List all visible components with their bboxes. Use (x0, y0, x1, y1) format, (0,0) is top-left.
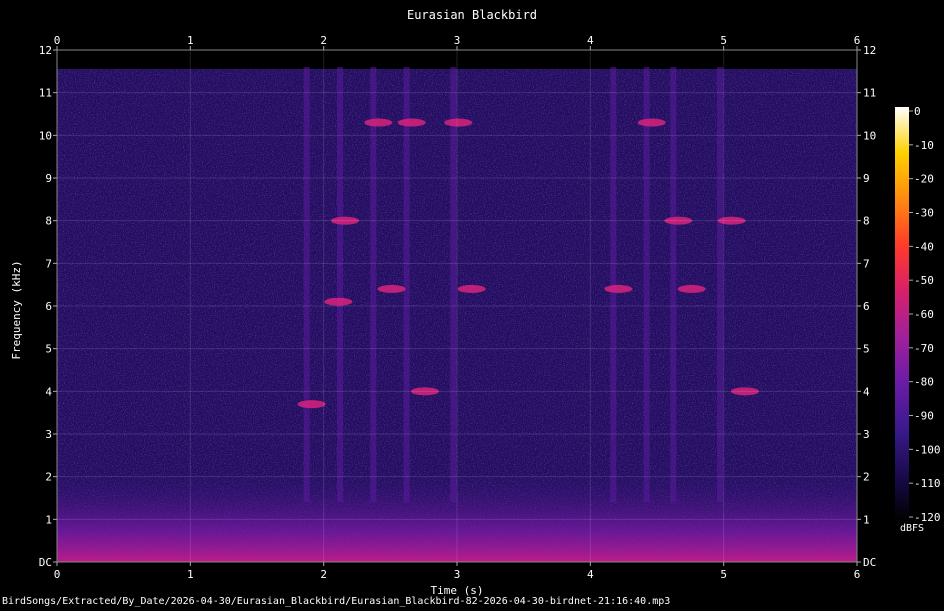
syllable-mark (604, 284, 633, 293)
x-axis-top: 0 1 2 3 4 5 6 (54, 34, 861, 50)
syllable-mark (364, 118, 393, 127)
syllable-column (337, 67, 343, 503)
x-axis-bottom: 0 1 2 3 4 5 6 (54, 562, 861, 581)
colorbar-tick-label: -110 (914, 477, 941, 490)
y-axis-left: DC123456789101112 (39, 44, 57, 569)
colorbar-tick-label: 0 (914, 105, 921, 118)
x-tick-label: 0 (54, 568, 61, 581)
chart-title: Eurasian Blackbird (407, 8, 537, 22)
x-tick-label: 3 (454, 34, 461, 47)
colorbar-tick-label: -80 (914, 376, 934, 389)
x-tick-label: 4 (587, 34, 594, 47)
colorbar-tick-label: -40 (914, 240, 934, 253)
colorbar-label: dBFS (900, 523, 924, 534)
y-axis-label: Frequency (kHz) (10, 260, 23, 359)
y-tick-label: 9 (863, 172, 870, 185)
y-tick-label: 3 (863, 428, 870, 441)
syllable-column (610, 67, 617, 503)
y-tick-label: 11 (863, 87, 876, 100)
y-tick-label: 1 (45, 513, 52, 526)
y-tick-label: 12 (39, 44, 52, 57)
syllable-mark (444, 118, 473, 127)
syllable-column (670, 67, 677, 503)
syllable-mark (324, 297, 353, 306)
y-tick-label: 7 (863, 257, 870, 270)
y-tick-label: 11 (39, 87, 52, 100)
y-tick-label: 2 (863, 471, 870, 484)
colorbar-tick-label: -90 (914, 410, 934, 423)
y-tick-label: 8 (863, 215, 870, 228)
x-tick-label: 1 (187, 568, 194, 581)
syllable-mark (397, 118, 426, 127)
syllable-mark (457, 284, 486, 293)
source-file-path: BirdSongs/Extracted/By_Date/2026-04-30/E… (2, 596, 671, 607)
x-tick-label: 2 (320, 34, 327, 47)
syllable-column (403, 67, 410, 503)
x-tick-label: 5 (720, 568, 727, 581)
y-tick-label: 10 (39, 129, 52, 142)
colorbar-ticks: 0-10-20-30-40-50-60-70-80-90-100-110-120 (909, 105, 941, 524)
x-tick-label: 6 (854, 568, 861, 581)
syllable-mark (297, 400, 326, 409)
syllable-column (643, 67, 650, 503)
y-tick-label: 9 (45, 172, 52, 185)
colorbar-tick-label: -100 (914, 443, 941, 456)
colorbar-tick-label: -70 (914, 342, 934, 355)
x-tick-label: 3 (454, 568, 461, 581)
syllable-mark (637, 118, 666, 127)
y-tick-label: 7 (45, 257, 52, 270)
syllable-column (370, 67, 377, 503)
y-tick-label: 5 (45, 343, 52, 356)
x-tick-label: 4 (587, 568, 594, 581)
colorbar-tick-label: -60 (914, 308, 934, 321)
x-tick-label: 5 (720, 34, 727, 47)
colorbar-tick-label: -10 (914, 139, 934, 152)
syllable-column (717, 67, 723, 503)
x-tick-label: 0 (54, 34, 61, 47)
y-tick-label: 8 (45, 215, 52, 228)
x-tick-label: 1 (187, 34, 194, 47)
y-tick-label: 5 (863, 343, 870, 356)
y-tick-label: 2 (45, 471, 52, 484)
y-tick-label: 10 (863, 129, 876, 142)
syllable-mark (677, 284, 706, 293)
colorbar-tick-label: -50 (914, 274, 934, 287)
colorbar-tick-label: -30 (914, 207, 934, 220)
y-tick-label: DC (863, 556, 876, 569)
y-tick-label: 4 (45, 385, 52, 398)
syllable-column (450, 67, 457, 503)
y-tick-label: 6 (863, 300, 870, 313)
y-tick-label: 4 (863, 385, 870, 398)
y-tick-label: 6 (45, 300, 52, 313)
syllable-mark (377, 284, 406, 293)
y-tick-label: 1 (863, 513, 870, 526)
y-tick-label: 3 (45, 428, 52, 441)
y-axis-right: DC123456789101112 (857, 44, 876, 569)
spectrogram-chart: Eurasian Blackbird 0123456 0123456 DC123… (10, 8, 941, 597)
x-tick-label: 6 (854, 34, 861, 47)
y-tick-label: DC (39, 556, 52, 569)
syllable-column (303, 67, 310, 503)
colorbar-tick-label: -20 (914, 173, 934, 186)
y-tick-label: 12 (863, 44, 876, 57)
spectrogram-plot-area (56, 49, 858, 563)
x-tick-label: 2 (320, 568, 327, 581)
colorbar (895, 107, 909, 521)
